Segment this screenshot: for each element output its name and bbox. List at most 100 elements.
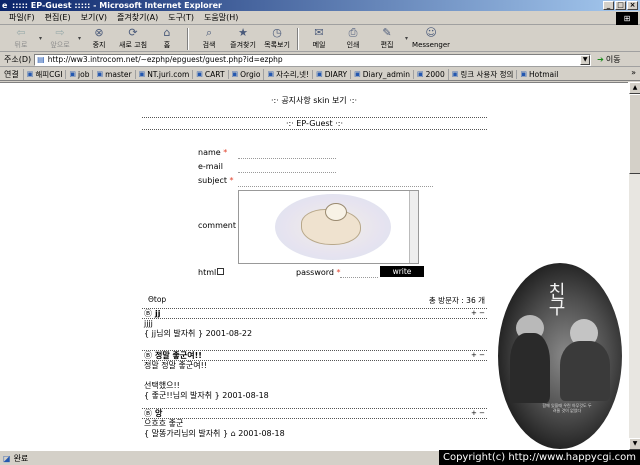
notice-skin-link[interactable]: ·:· 공지사항 skin 보기 ·:· — [0, 95, 628, 106]
comment-scrollbar[interactable] — [409, 191, 418, 263]
html-checkbox[interactable] — [217, 268, 224, 275]
link-item[interactable]: ▣ NT.juri.com — [134, 69, 193, 79]
link-page-icon: ▣ — [26, 70, 34, 78]
link-page-icon: ▣ — [417, 70, 424, 78]
link-page-icon: ▣ — [231, 70, 239, 78]
link-item[interactable]: ▣ 자수리,넷! — [263, 68, 312, 80]
entry-edit-delete-icon[interactable]: + − — [471, 409, 485, 418]
guest-entry: Ⓑ 앙 + − 으흐흐 좋군 { 말똥가리님의 발자취 } ⌂ 2001-08-1… — [142, 408, 487, 439]
print-button[interactable]: ⎙ 인쇄 — [336, 26, 370, 52]
entry-author: { jj님의 발자취 } 2001-08-22 — [144, 329, 253, 338]
entry-author: { 좋군!!님의 발자취 } 2001-08-18 — [144, 391, 269, 400]
link-item[interactable]: ▣ DIARY — [312, 69, 350, 79]
scroll-thumb[interactable] — [629, 94, 640, 174]
history-button[interactable]: ◷ 목록보기 — [260, 26, 294, 52]
print-label: 인쇄 — [346, 41, 360, 49]
page-viewport: ·:· 공지사항 skin 보기 ·:· ·:· EP-Guest ·:· na… — [0, 82, 628, 450]
scroll-up-icon[interactable]: ▲ — [629, 82, 640, 94]
address-bar: 주소(D) ▤ http://ww3.introcom.net/~ezphp/e… — [0, 53, 640, 67]
link-page-icon: ▣ — [451, 70, 459, 78]
mail-button[interactable]: ✉ 메일 — [302, 26, 336, 52]
name-input[interactable] — [238, 158, 336, 159]
entry-title[interactable]: jj — [155, 309, 160, 318]
entry-author: { 말똥가리님의 발자취 } ⌂ 2001-08-18 — [144, 429, 285, 438]
link-page-icon: ▣ — [196, 70, 203, 78]
close-button[interactable]: × — [627, 1, 638, 10]
link-page-icon: ▣ — [354, 70, 361, 78]
link-label: NT.juri.com — [147, 69, 190, 79]
movie-poster-image: 친구 함께 있을때 우린 아무것도 두려울 것이 없었다 — [498, 263, 622, 449]
menu-edit[interactable]: 편집(E) — [40, 11, 76, 25]
forward-label: 앞으로 — [50, 41, 70, 49]
links-bar: 연결 ▣ 해피CGI ▣ job ▣ master ▣ NT.juri.com ▣ CAR… — [0, 68, 640, 81]
mail-icon: ✉ — [314, 26, 324, 39]
entry-edit-delete-icon[interactable]: + − — [471, 309, 485, 318]
write-button[interactable]: write — [380, 266, 424, 277]
window-titlebar[interactable]: e ::::: EP-Guest ::::: - Microsoft Inter… — [0, 0, 640, 11]
link-item[interactable]: ▣ CART — [192, 69, 227, 79]
search-button[interactable]: ⌕ 검색 — [192, 26, 226, 52]
address-input[interactable]: ▤ http://ww3.introcom.net/~ezphp/epguest… — [34, 53, 592, 66]
poster-title: 친구 — [548, 282, 566, 319]
link-item[interactable]: ▣ job — [65, 69, 92, 79]
guest-entry: Ⓑ 정말 좋군여!! + − 정말 정말 좋군여!! 선택했으!! { 좋군!!님… — [142, 350, 487, 401]
menu-help[interactable]: 도움말(H) — [199, 11, 243, 25]
entry-body: 선택했으!! — [144, 381, 180, 390]
required-mark: * — [229, 176, 234, 185]
entry-edit-delete-icon[interactable]: + − — [471, 351, 485, 360]
menu-bar: 파일(F) 편집(E) 보기(V) 즐겨찾기(A) 도구(T) 도움말(H) — [0, 11, 640, 25]
forward-button[interactable]: ⇨ 앞으로 — [43, 26, 77, 52]
home-button[interactable]: ⌂ 홈 — [150, 26, 184, 52]
links-more-icon[interactable]: » — [631, 68, 636, 77]
favorites-button[interactable]: ★ 즐겨찾기 — [226, 26, 260, 52]
stop-label: 중지 — [92, 41, 106, 49]
link-item[interactable]: ▣ Orgio — [227, 69, 264, 79]
menu-file[interactable]: 파일(F) — [4, 11, 40, 25]
poster-figure — [560, 341, 610, 401]
menu-view[interactable]: 보기(V) — [76, 11, 112, 25]
link-page-icon: ▣ — [267, 70, 275, 78]
link-label: 자수리,넷! — [276, 69, 310, 79]
scroll-down-icon[interactable]: ▼ — [629, 438, 640, 450]
comment-textarea[interactable] — [238, 190, 419, 264]
guest-entry: Ⓑjj + − jjjj { jj님의 발자취 } 2001-08-22 — [142, 308, 487, 339]
favorites-label: 즐겨찾기 — [230, 41, 256, 49]
link-label: master — [105, 69, 132, 79]
edit-button[interactable]: ✎ 편집 — [370, 26, 404, 52]
link-item[interactable]: ▣ 2000 — [413, 69, 448, 79]
entry-icon: Ⓑ — [144, 409, 152, 418]
email-input[interactable] — [238, 172, 336, 173]
entry-title[interactable]: 정말 좋군여!! — [155, 351, 202, 360]
back-button[interactable]: ⇦ 뒤로 — [4, 26, 38, 52]
stop-icon: ⊗ — [94, 26, 104, 39]
copyright-banner: Copyright(c) http://www.happycgi.com — [438, 450, 640, 465]
subject-input[interactable] — [238, 186, 433, 187]
link-item[interactable]: ▣ 해피CGI — [22, 68, 66, 80]
link-item[interactable]: ▣ 링크 사용자 정의 — [447, 68, 517, 80]
poster-tagline: 함께 있을때 우린 아무것도 두려울 것이 없었다 — [542, 403, 592, 413]
address-dropdown-icon[interactable]: ▼ — [580, 54, 591, 65]
forward-arrow-icon: ⇨ — [55, 26, 65, 39]
link-item[interactable]: ▣ Hotmail — [516, 69, 561, 79]
top-link[interactable]: Θtop — [148, 295, 166, 304]
go-button[interactable]: ➔ 이동 — [597, 54, 620, 65]
entry-title[interactable]: 앙 — [155, 409, 162, 418]
email-label: e-mail — [198, 162, 223, 171]
stop-button[interactable]: ⊗ 중지 — [82, 26, 116, 52]
messenger-button[interactable]: ☺ Messenger — [409, 26, 453, 52]
page-scrollbar[interactable]: ▲ ▼ — [628, 82, 640, 450]
menu-tools[interactable]: 도구(T) — [163, 11, 199, 25]
visitor-count: 총 방문자 : 36 개 — [428, 296, 485, 305]
entry-body: jjjj — [144, 319, 153, 328]
refresh-button[interactable]: ⟳ 새로 고침 — [116, 26, 150, 52]
minimize-button[interactable]: _ — [603, 1, 614, 10]
maximize-button[interactable]: □ — [615, 1, 626, 10]
history-label: 목록보기 — [264, 41, 290, 49]
window-controls: _ □ × — [603, 1, 638, 10]
menu-favorites[interactable]: 즐겨찾기(A) — [112, 11, 163, 25]
link-item[interactable]: ▣ master — [92, 69, 134, 79]
entry-header: Ⓑjj + − — [142, 308, 487, 319]
back-label: 뒤로 — [14, 41, 28, 49]
password-input[interactable] — [340, 277, 378, 278]
link-item[interactable]: ▣ Diary_admin — [350, 69, 413, 79]
